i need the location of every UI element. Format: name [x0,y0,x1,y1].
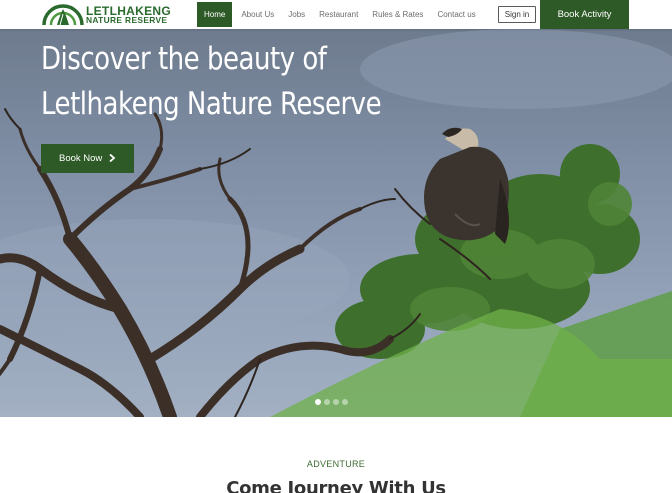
nav-item-contact-us[interactable]: Contact us [430,2,482,27]
vulture-illustration [424,127,509,244]
slider-dot-4[interactable] [342,399,348,405]
logo-text-subtitle: NATURE RESERVE [86,15,168,25]
slider-pagination [315,399,348,405]
main-nav: Home About Us Jobs Restaurant Rules & Ra… [197,2,483,27]
slider-dot-1[interactable] [315,399,321,405]
sign-in-button[interactable]: Sign in [498,6,536,23]
book-now-button[interactable]: Book Now [41,144,134,173]
site-logo[interactable]: LETLHAKENG NATURE RESERVE [42,3,172,26]
nav-item-rules-rates[interactable]: Rules & Rates [365,2,430,27]
nav-item-jobs[interactable]: Jobs [281,2,312,27]
hero-slider: Discover the beauty of Letlhakeng Nature… [0,29,672,417]
nav-item-home[interactable]: Home [197,2,233,27]
hero-title: Discover the beauty of Letlhakeng Nature… [41,37,394,127]
book-activity-button[interactable]: Book Activity [540,0,629,29]
hero-title-line2: Letlhakeng Nature Reserve [41,86,382,122]
site-header: LETLHAKENG NATURE RESERVE Home About Us … [0,0,672,29]
section-eyebrow: ADVENTURE [306,459,366,469]
nav-item-about-us[interactable]: About Us [234,2,281,27]
slider-dot-3[interactable] [333,399,339,405]
slider-dot-2[interactable] [324,399,330,405]
nav-item-restaurant[interactable]: Restaurant [312,2,365,27]
chevron-right-icon [109,154,116,162]
section-title: Come Journey With Us [226,478,446,493]
hero-title-line1: Discover the beauty of [41,41,327,77]
book-now-label: Book Now [59,153,103,164]
logo-arch-icon [42,4,84,26]
